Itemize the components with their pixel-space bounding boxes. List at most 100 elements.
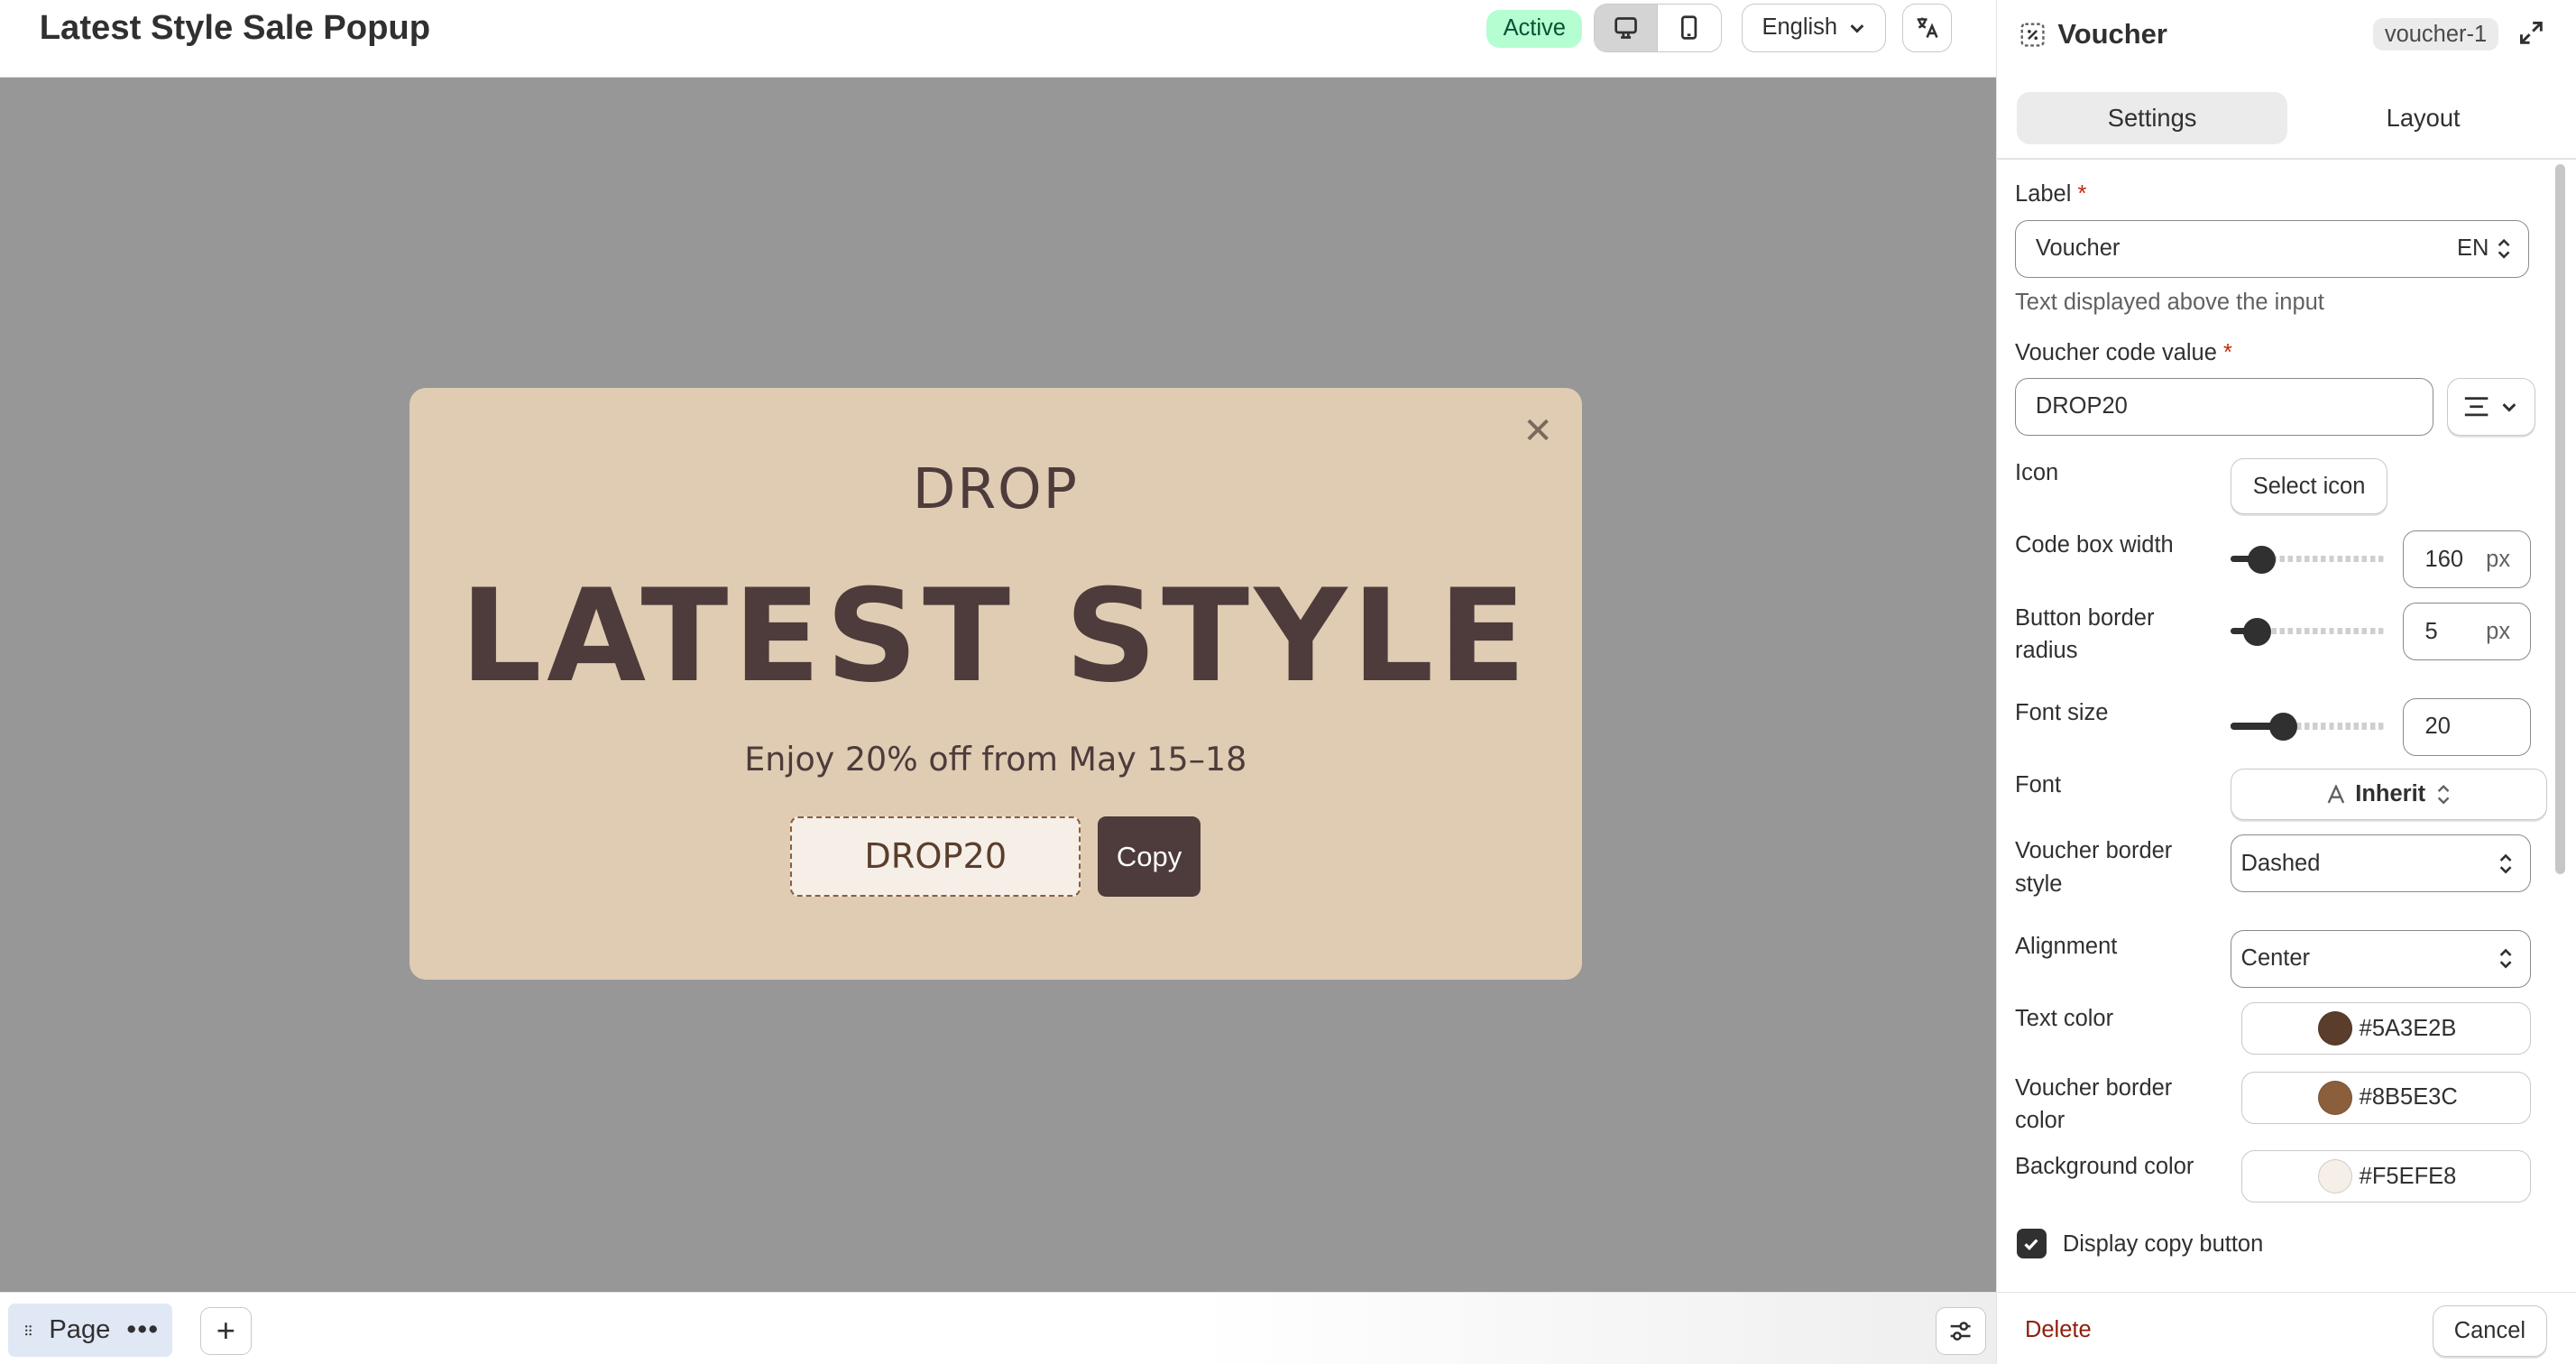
- unit-label: px: [2486, 618, 2511, 644]
- selector-icon: [2499, 948, 2511, 969]
- font-size-value: 20: [2424, 714, 2451, 740]
- delete-button[interactable]: Delete: [2025, 1317, 2092, 1343]
- font-size-input[interactable]: 20: [2402, 698, 2531, 756]
- background-color-label: Background color: [2015, 1153, 2194, 1179]
- text-color-picker[interactable]: #5A3E2B: [2241, 1002, 2531, 1055]
- font-picker-button[interactable]: Inherit: [2230, 769, 2548, 820]
- copy-button[interactable]: Copy: [1097, 816, 1201, 898]
- tab-layout[interactable]: Layout: [2287, 92, 2559, 144]
- select-icon-button[interactable]: Select icon: [2230, 458, 2388, 515]
- label-field-label: Label *: [2015, 178, 2086, 210]
- language-select[interactable]: English: [1741, 3, 1886, 53]
- popup-subtext[interactable]: Enjoy 20% off from May 15–18: [409, 740, 1582, 779]
- color-swatch[interactable]: [2318, 1011, 2353, 1046]
- display-copy-button-label[interactable]: Display copy button: [2063, 1228, 2263, 1260]
- voucher-code-box[interactable]: DROP20: [790, 816, 1081, 898]
- desktop-view-button[interactable]: [1594, 4, 1659, 52]
- selector-icon: [2437, 784, 2450, 805]
- panel-scrollbar[interactable]: [2555, 164, 2566, 874]
- editor-header: Latest Style Sale Popup Active English: [0, 0, 1996, 78]
- mobile-view-button[interactable]: [1658, 5, 1721, 52]
- border-style-select[interactable]: Dashed: [2230, 834, 2531, 892]
- color-swatch[interactable]: [2318, 1159, 2353, 1194]
- text-color-label: Text color: [2015, 1006, 2114, 1032]
- font-value: Inherit: [2355, 781, 2426, 807]
- locale-select[interactable]: EN: [2457, 235, 2512, 262]
- translate-icon: [1917, 18, 1938, 39]
- button-radius-value: 5: [2424, 618, 2438, 644]
- popup-preview[interactable]: ✕ DROP LATEST STYLE Enjoy 20% off from M…: [409, 387, 1582, 980]
- background-color-hex: #F5EFE8: [2359, 1163, 2457, 1189]
- add-page-button[interactable]: +: [200, 1307, 252, 1355]
- label-input-value: Voucher: [2035, 235, 2121, 262]
- expand-icon[interactable]: [2516, 18, 2546, 48]
- border-style-value: Dashed: [2240, 850, 2321, 876]
- tab-settings[interactable]: Settings: [2016, 91, 2288, 145]
- label-field-label-text: Label: [2015, 180, 2072, 207]
- font-size-slider[interactable]: [2230, 710, 2385, 742]
- panel-title: Voucher: [2057, 18, 2167, 51]
- page-title: Latest Style Sale Popup: [39, 8, 431, 48]
- icon-label: Icon: [2015, 460, 2059, 486]
- alignment-value: Center: [2240, 945, 2311, 972]
- text-align-menu-button[interactable]: [2447, 377, 2536, 436]
- translate-button[interactable]: [1902, 3, 1952, 53]
- border-color-hex: #8B5E3C: [2359, 1084, 2458, 1111]
- button-radius-input[interactable]: 5 px: [2402, 603, 2531, 661]
- alignment-select[interactable]: Center: [2230, 929, 2531, 988]
- popup-close-icon[interactable]: ✕: [1523, 410, 1553, 452]
- code-box-width-input[interactable]: 160 px: [2402, 530, 2531, 589]
- page-chip-label: Page: [49, 1314, 111, 1344]
- slider-thumb[interactable]: [2269, 713, 2298, 742]
- status-badge: Active: [1486, 9, 1583, 48]
- code-box-width-slider[interactable]: [2230, 542, 2385, 575]
- element-id-badge: voucher-1: [2373, 18, 2498, 51]
- page-chip[interactable]: Page •••: [8, 1304, 173, 1357]
- drag-handle-icon[interactable]: [24, 1319, 32, 1341]
- required-mark: *: [2222, 340, 2232, 366]
- sliders-icon: [1950, 1322, 1971, 1341]
- display-copy-button-checkbox[interactable]: [2016, 1229, 2047, 1259]
- alignment-label: Alignment: [2015, 933, 2118, 959]
- settings-panel: Voucher voucher-1 Settings Layout Label …: [1996, 0, 2576, 1364]
- canvas-settings-button[interactable]: [1935, 1307, 1987, 1355]
- chevron-down-icon: [1850, 24, 1864, 33]
- language-select-value: English: [1762, 14, 1838, 41]
- background-color-picker[interactable]: #F5EFE8: [2241, 1149, 2531, 1203]
- mobile-icon: [1681, 15, 1697, 41]
- unit-label: px: [2486, 546, 2511, 572]
- slider-thumb[interactable]: [2248, 545, 2277, 574]
- required-mark: *: [2077, 180, 2087, 207]
- font-label: Font: [2015, 772, 2062, 798]
- label-input[interactable]: Voucher EN: [2015, 220, 2530, 278]
- border-color-picker[interactable]: #8B5E3C: [2241, 1071, 2531, 1124]
- border-style-label: Voucher border style: [2015, 838, 2173, 897]
- button-radius-slider[interactable]: [2230, 614, 2385, 647]
- chevron-down-icon: [2502, 403, 2516, 412]
- voucher-code-input[interactable]: DROP20: [2015, 377, 2434, 436]
- popup-headline[interactable]: LATEST STYLE: [409, 565, 1582, 707]
- divider: [1997, 157, 2576, 160]
- bottom-bar: Page ••• +: [0, 1291, 1996, 1364]
- align-center-icon: [2465, 397, 2489, 417]
- popup-eyebrow[interactable]: DROP: [409, 456, 1582, 521]
- checkmark-icon: [2024, 1239, 2038, 1250]
- more-options-icon[interactable]: •••: [127, 1315, 160, 1345]
- label-hint: Text displayed above the input: [2015, 289, 2324, 315]
- font-size-label: Font size: [2015, 700, 2109, 726]
- locale-value: EN: [2457, 235, 2489, 262]
- color-swatch[interactable]: [2318, 1080, 2353, 1115]
- cancel-button[interactable]: Cancel: [2432, 1305, 2548, 1357]
- code-field-label-text: Voucher code value: [2015, 340, 2217, 366]
- panel-tabs: Settings Layout: [2016, 91, 2559, 145]
- voucher-code-input-value: DROP20: [2035, 393, 2128, 419]
- code-field-label: Voucher code value *: [2015, 336, 2232, 369]
- device-toggle: [1593, 3, 1722, 53]
- typography-icon: [2327, 784, 2344, 804]
- slider-thumb[interactable]: [2243, 617, 2272, 646]
- voucher-icon: [2021, 23, 2046, 47]
- button-radius-label: Button border radius: [2015, 604, 2155, 664]
- text-color-hex: #5A3E2B: [2359, 1015, 2457, 1041]
- selector-icon: [2499, 853, 2511, 874]
- preview-canvas: ✕ DROP LATEST STYLE Enjoy 20% off from M…: [0, 77, 1996, 1292]
